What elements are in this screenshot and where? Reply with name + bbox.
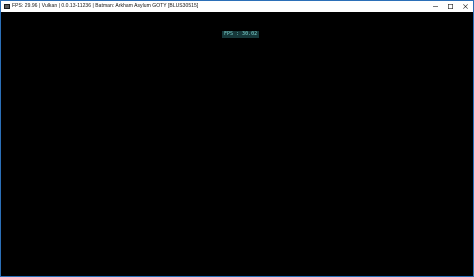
app-icon <box>4 4 10 9</box>
minimize-button[interactable] <box>428 1 443 12</box>
game-viewport[interactable]: FPS : 30.02 <box>1 12 473 276</box>
maximize-icon <box>447 3 454 10</box>
window-controls <box>428 1 473 12</box>
close-button[interactable] <box>458 1 473 12</box>
title-bar[interactable]: FPS: 29.96 | Vulkan | 0.0.13-11236 | Bat… <box>1 1 473 12</box>
close-icon <box>463 4 468 9</box>
fps-counter: FPS : 30.02 <box>224 31 258 37</box>
fps-overlay: FPS : 30.02 <box>222 31 260 38</box>
window-title: FPS: 29.96 | Vulkan | 0.0.13-11236 | Bat… <box>12 3 199 9</box>
game-window: FPS: 29.96 | Vulkan | 0.0.13-11236 | Bat… <box>0 0 474 277</box>
minimize-icon <box>433 6 438 7</box>
maximize-button[interactable] <box>443 1 458 12</box>
